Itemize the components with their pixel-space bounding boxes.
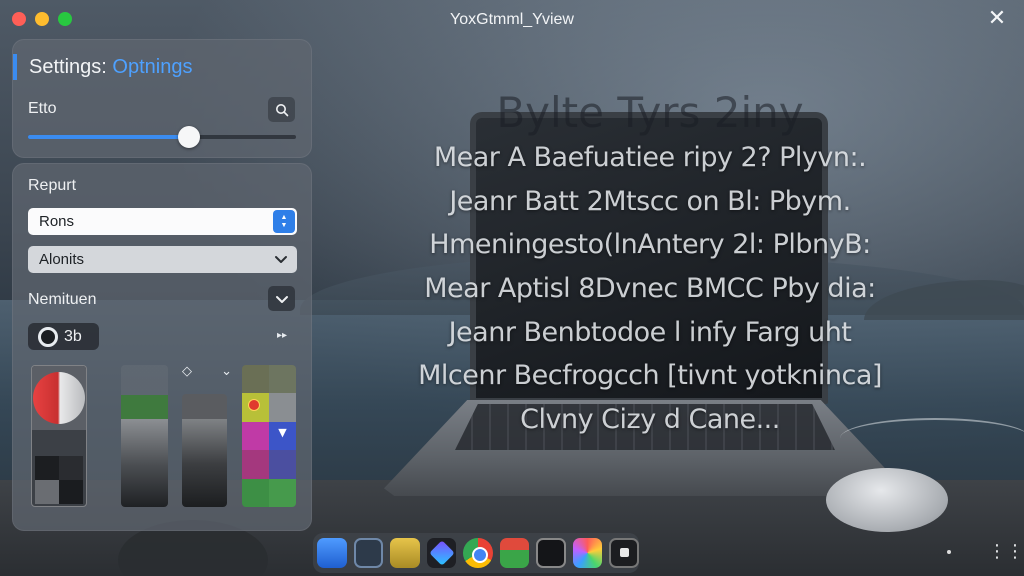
overlay-line: Clvny Cizy d Cane... — [520, 404, 780, 436]
palette-cell[interactable]: ▼ — [269, 421, 296, 451]
nemituen-label: Nemituen — [28, 291, 97, 308]
palette-cell[interactable] — [242, 450, 269, 479]
palette-cell[interactable] — [269, 450, 296, 479]
palette-cell[interactable] — [242, 393, 269, 422]
red-ball-icon — [33, 372, 85, 424]
etto-label: Etto — [28, 100, 57, 117]
calendar-icon[interactable] — [499, 538, 530, 568]
overlay-line: Jeanr Batt 2Mtscc on Bl: Pbym. — [449, 185, 851, 217]
title-bar: YoxGtmml_Yview ✕ — [0, 0, 1024, 38]
rons-stepper-field[interactable]: Rons ▲ ▼ — [28, 208, 297, 235]
color-swatch-red[interactable] — [31, 365, 87, 507]
photos-icon[interactable] — [572, 538, 603, 568]
chevron-down-icon: ▼ — [278, 425, 287, 439]
repurt-label: Repurt — [28, 177, 77, 194]
settings-heading-prefix: Settings: — [29, 56, 107, 78]
swatch-preview — [32, 366, 86, 430]
alonits-select-value: Alonits — [39, 251, 85, 268]
overlay-line: Jeanr Benbtodoe l infy Farg uht — [448, 316, 852, 348]
marker-icon — [248, 399, 260, 412]
repurt-panel: Repurt Rons ▲ ▼ Alonits Nemituen 3b ▸▸ ◇ — [12, 163, 312, 531]
slider-thumb[interactable] — [177, 126, 200, 148]
etto-slider[interactable] — [28, 126, 296, 148]
diamond-icon[interactable]: ◇ — [182, 364, 192, 384]
app-icon[interactable] — [426, 538, 457, 568]
swatch-tools: ◇ ⌄ — [182, 364, 232, 384]
nemituen-dropdown-button[interactable] — [268, 286, 295, 311]
3b-toggle-label: 3b — [64, 327, 82, 345]
overlay-title: Bylte Tyrs 2iny — [496, 88, 804, 137]
close-icon[interactable]: ✕ — [986, 8, 1008, 30]
mouse — [826, 468, 948, 532]
grip-icon[interactable]: ⋮⋮ — [988, 541, 1024, 562]
caret-icon[interactable]: ⌄ — [221, 364, 232, 384]
slider-fill — [28, 135, 189, 139]
terminal-icon[interactable] — [536, 538, 566, 568]
settings-heading-accent: Optnings — [112, 56, 193, 78]
stepper-up-icon[interactable]: ▲ — [281, 214, 288, 222]
overlay-line: Mear A Baefuatiee ripy 2? Plyvn:. — [433, 142, 867, 173]
chevron-down-icon — [274, 246, 288, 282]
overlay-line: Mlcenr Becfrogcch [tivnt yotkninca] — [418, 360, 882, 392]
swatch-grid — [35, 456, 83, 504]
dock — [313, 533, 639, 573]
running-indicator — [947, 550, 951, 554]
overlay-line: Hmeningesto(lnAntery 2l: PlbnyB: — [429, 229, 871, 261]
gradient-swatch-gray[interactable] — [182, 394, 227, 507]
palette-cell[interactable] — [269, 393, 296, 422]
chrome-icon[interactable] — [463, 538, 493, 568]
overlay-line: Mear Aptisl 8Dvnec BMCC Pby dia: — [424, 273, 876, 305]
stepper-icon[interactable]: ▲ ▼ — [273, 210, 295, 233]
gradient-swatch-green[interactable] — [121, 365, 168, 507]
alonits-select[interactable]: Alonits — [28, 246, 297, 273]
skip-forward-icon[interactable]: ▸▸ — [270, 324, 294, 348]
search-icon — [275, 103, 288, 116]
window-title: YoxGtmml_Yview — [450, 11, 574, 28]
3b-toggle[interactable]: 3b — [28, 323, 99, 350]
overlay-text: Mear A Baefuatiee ripy 2? Plyvn:. Jeanr … — [370, 142, 930, 448]
finder-icon[interactable] — [317, 538, 347, 568]
settings-icon[interactable] — [353, 538, 384, 568]
chevron-down-icon — [275, 295, 288, 303]
rons-field-value: Rons — [39, 213, 75, 230]
screenshot-icon[interactable] — [609, 538, 639, 568]
palette-cell[interactable] — [242, 478, 269, 507]
settings-panel: Settings: Optnings Etto — [12, 39, 312, 158]
stepper-down-icon[interactable]: ▼ — [281, 222, 288, 230]
search-button[interactable] — [268, 97, 295, 122]
palette-cell[interactable] — [242, 365, 269, 394]
notes-icon[interactable] — [390, 538, 420, 568]
palette-cell[interactable] — [269, 478, 296, 507]
settings-heading: Settings: Optnings — [13, 54, 192, 80]
ring-icon — [38, 326, 58, 347]
palette-cell[interactable] — [269, 365, 296, 394]
color-palette-grid[interactable]: ▼ — [242, 365, 296, 507]
palette-cell[interactable] — [242, 421, 269, 451]
